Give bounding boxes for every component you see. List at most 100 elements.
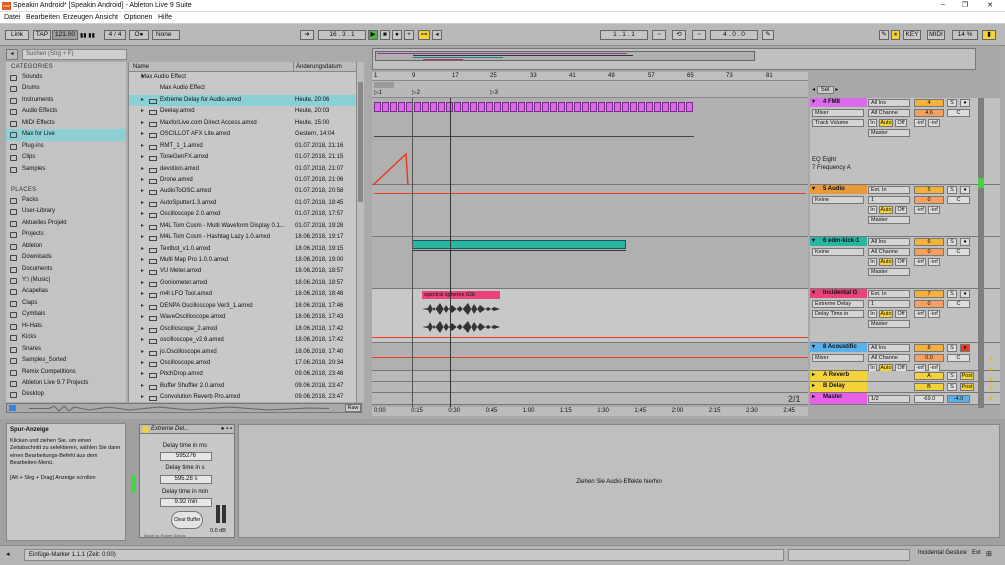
master-pan[interactable]: -4.0 xyxy=(947,395,970,403)
fm8-midi-clip[interactable] xyxy=(550,102,557,112)
file-row[interactable]: ▸ Oscilloscope.amxd 17.06.2018, 20:34 xyxy=(129,358,356,369)
time-axis[interactable]: 0:00 0:15 0:30 0:45 1:00 1:15 1:30 1:45 2:00 2:15… xyxy=(372,407,808,416)
place-item[interactable]: Snares xyxy=(6,344,126,355)
input-channel[interactable]: 1 xyxy=(868,196,910,204)
preview-toggle-icon[interactable] xyxy=(9,405,16,411)
key-map-button[interactable]: KEY xyxy=(903,30,921,40)
place-item[interactable]: Projects xyxy=(6,229,126,240)
monitor-in[interactable]: In xyxy=(868,258,877,266)
file-row[interactable]: ▸ RMT_1_1.amxd 01.07.2018, 21:16 xyxy=(129,141,356,152)
minimize-button[interactable]: – xyxy=(933,1,953,8)
fm8-midi-clip[interactable] xyxy=(566,102,573,112)
return-solo[interactable]: S xyxy=(947,383,957,391)
fm8-midi-clip[interactable] xyxy=(422,102,429,112)
overview-bar[interactable] xyxy=(372,48,976,70)
view-toggle-icons[interactable]: ● ● ● ● ● xyxy=(989,355,998,405)
fm8-midi-clip[interactable] xyxy=(542,102,549,112)
send-b[interactable]: -inf xyxy=(928,119,940,127)
return-fold-icon[interactable]: ▸ xyxy=(812,371,815,380)
lane-incidental[interactable]: spectral spheres 82b xyxy=(372,289,808,343)
expand-arrow-icon[interactable]: ▸ xyxy=(141,152,144,163)
delay-ms-value[interactable]: 595276 xyxy=(160,452,212,461)
column-date-header[interactable]: Änderungsdatum xyxy=(293,62,342,72)
send-a[interactable]: -inf xyxy=(914,310,926,318)
fm8-midi-clip[interactable] xyxy=(494,102,501,112)
fm8-clips[interactable] xyxy=(374,102,694,114)
status-left-icon[interactable]: ◂ xyxy=(6,550,10,558)
track-activator[interactable]: 7 xyxy=(914,290,944,298)
stop-button[interactable]: ■ xyxy=(380,30,390,40)
file-row[interactable]: ▸ DENPA Oscilloscope Ver3_1.amxd 18.06.201… xyxy=(129,301,356,312)
midi-map-button[interactable]: MIDI xyxy=(927,30,945,40)
device-header-icons[interactable]: ● ▪ ▪ xyxy=(221,425,232,434)
place-item[interactable]: Downloads xyxy=(6,252,126,263)
return-name[interactable]: ▸ B Delay xyxy=(810,382,867,392)
lane-fm8[interactable] xyxy=(372,98,808,187)
send-b[interactable]: -inf xyxy=(928,310,940,318)
set-button[interactable]: Set xyxy=(816,86,834,94)
place-item[interactable]: Desktop xyxy=(6,389,126,400)
scroll-thumb[interactable] xyxy=(358,82,363,202)
master-volume[interactable]: -69.0 xyxy=(914,395,944,403)
arm-button[interactable]: ● xyxy=(960,99,970,107)
fm8-midi-clip[interactable] xyxy=(590,102,597,112)
raw-button[interactable]: Raw xyxy=(345,404,361,412)
fm8-midi-clip[interactable] xyxy=(398,102,405,112)
return-activator[interactable]: B xyxy=(914,383,944,391)
file-row[interactable]: ▸ MaxforLive.com Direct Access.amxd Heute,… xyxy=(129,118,356,129)
solo-button[interactable]: S xyxy=(947,99,957,107)
extreme-delay-device[interactable]: Extreme Del... ● ▪ ▪ Delay time in ms 59… xyxy=(139,424,235,538)
category-item[interactable]: Sounds xyxy=(6,72,126,83)
delay-s-value[interactable]: 595.28 s xyxy=(160,475,212,484)
place-item[interactable]: Samples_Sorted xyxy=(6,355,126,366)
arm-button[interactable]: ● xyxy=(960,344,970,352)
master-output[interactable]: 1/2 xyxy=(868,395,910,403)
track-activator[interactable]: 4 xyxy=(914,99,944,107)
file-row[interactable]: ▸ Drone.amxd 01.07.2018, 21:06 xyxy=(129,175,356,186)
send-b[interactable]: -inf xyxy=(928,206,940,214)
fm8-midi-clip[interactable] xyxy=(462,102,469,112)
fm8-midi-clip[interactable] xyxy=(630,102,637,112)
expand-arrow-icon[interactable]: ▸ xyxy=(141,335,144,346)
expand-arrow-icon[interactable]: ▸ xyxy=(141,118,144,129)
browser-search-input[interactable]: Suchen (Strg + F) xyxy=(22,49,127,60)
monitor-auto[interactable]: Auto xyxy=(879,310,893,318)
send-a[interactable]: -inf xyxy=(914,206,926,214)
solo-button[interactable]: S xyxy=(947,238,957,246)
expand-arrow-icon[interactable]: ▸ xyxy=(141,95,144,106)
menu-erzeugen[interactable]: Erzeugen xyxy=(63,14,93,21)
lane-acoustific[interactable] xyxy=(372,343,808,371)
file-row[interactable]: ▸ M4L Tom Cosm - Hashtag Lazy 1.0.amxd 18.… xyxy=(129,232,356,243)
arm-button[interactable]: ● xyxy=(960,186,970,194)
set-locator[interactable]: ◂ Set ▸ xyxy=(812,86,862,95)
fm8-midi-clip[interactable] xyxy=(510,102,517,112)
draw-mode-icon[interactable]: ✎ xyxy=(762,30,774,40)
pan-field[interactable]: C xyxy=(947,109,970,117)
place-item[interactable]: Acapellas xyxy=(6,286,126,297)
place-item[interactable]: Ableton Live 9.7 Projects xyxy=(6,378,126,389)
category-item[interactable]: Instruments xyxy=(6,95,126,106)
scroll-area[interactable] xyxy=(374,82,394,88)
nudge-icons[interactable]: ▮▮ ▮▮ xyxy=(80,32,95,39)
automation-param[interactable]: Track Volume xyxy=(812,119,864,127)
monitor-in[interactable]: In xyxy=(868,206,877,214)
track-header[interactable]: ▾ Incidental G Extreme Delay Delay Time in E… xyxy=(810,289,1000,343)
monitor-in[interactable]: In xyxy=(868,310,877,318)
return-track[interactable]: ▸ B Delay B S Post xyxy=(810,382,1000,393)
link-button[interactable]: Link xyxy=(5,30,29,40)
tap-button[interactable]: TAP xyxy=(33,30,51,40)
file-row[interactable]: ▸ Oscilloscope 2.0.amxd 01.07.2018, 17:57 xyxy=(129,209,356,220)
fm8-midi-clip[interactable] xyxy=(478,102,485,112)
fold-icon[interactable]: ▾ xyxy=(812,237,815,246)
fm8-midi-clip[interactable] xyxy=(670,102,677,112)
return-activator[interactable]: A xyxy=(914,372,944,380)
volume-field[interactable]: 0.0 xyxy=(914,354,944,362)
fm8-midi-clip[interactable] xyxy=(686,102,693,112)
output-routing[interactable]: Master xyxy=(868,129,910,137)
automation-device-info[interactable]: EQ Eight 7 Frequency A xyxy=(812,156,868,172)
column-name-header[interactable]: Name xyxy=(133,62,149,72)
file-row[interactable]: ▸ PitchDrop.amxd 09.06.2018, 23:48 xyxy=(129,369,356,380)
track-name[interactable]: ▾ Incidental G xyxy=(810,289,867,298)
fold-icon[interactable]: ▾ xyxy=(812,98,815,107)
pan-field[interactable]: C xyxy=(947,196,970,204)
